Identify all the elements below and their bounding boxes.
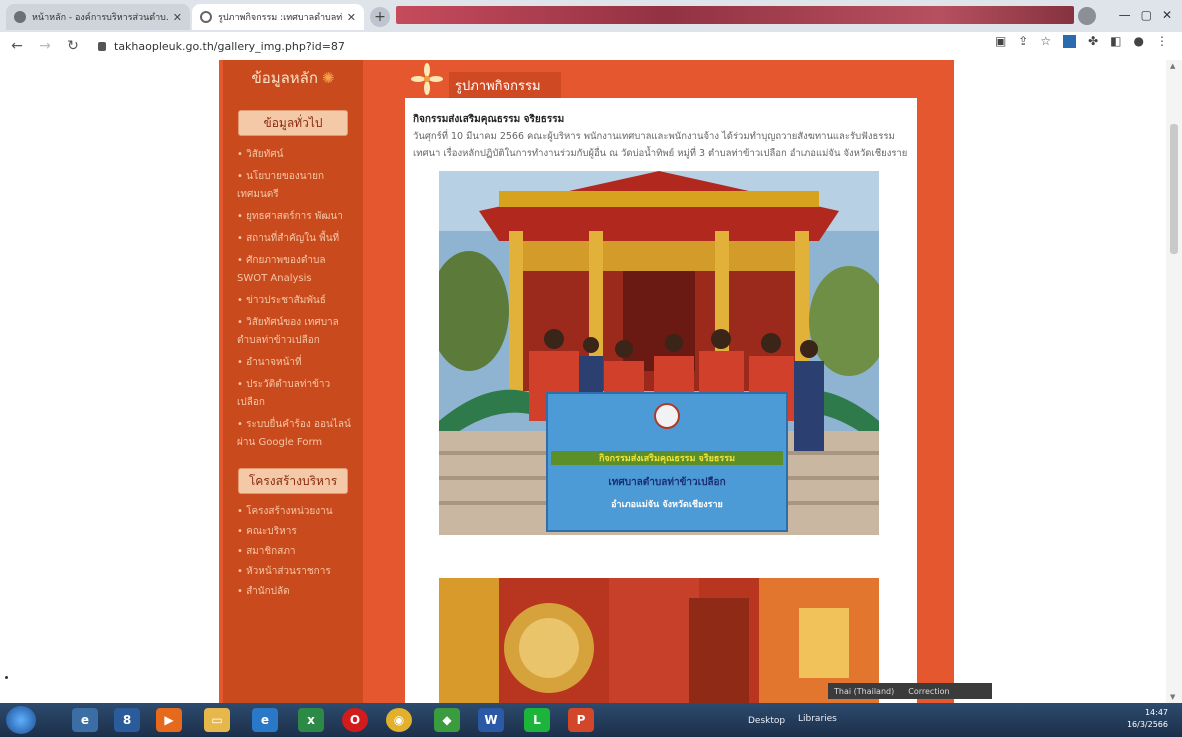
activity-photo-second[interactable]: [439, 578, 879, 703]
sidebar-item-council[interactable]: • สมาชิกสภา: [237, 544, 357, 560]
browser-tab-bar: หน้าหลัก - องค์การบริหารส่วนตำบ... ✕ รูป…: [0, 0, 1182, 32]
menu-icon[interactable]: ⋮: [1156, 34, 1168, 48]
sidebar-item-office[interactable]: • สำนักปลัด: [237, 584, 357, 600]
sidebar-header-label: ข้อมูลหลัก: [251, 69, 318, 87]
sidebar: ข้อมูลหลัก ✺ ข้อมูลทั่วไป • วิสัยทัศน์ •…: [223, 60, 363, 703]
windows-taskbar: e 8 ▶ ▭ e x O ◉ ◆ W L P Desktop Librarie…: [0, 703, 1182, 737]
site-container: ข้อมูลหลัก ✺ ข้อมูลทั่วไป • วิสัยทัศน์ •…: [219, 60, 954, 703]
language-label[interactable]: Thai (Thailand): [834, 687, 894, 696]
puzzle-icon[interactable]: ✤: [1088, 34, 1098, 48]
system-tray-clock[interactable]: 14:47 16/3/2566: [1127, 707, 1168, 731]
share-icon[interactable]: ⇪: [1018, 34, 1028, 48]
bookmark-star-icon[interactable]: ☆: [1040, 34, 1051, 48]
clock-date: 16/3/2566: [1126, 720, 1168, 729]
gallery-header-label: รูปภาพกิจกรรม: [449, 71, 561, 99]
start-button[interactable]: [6, 706, 36, 734]
address-bar[interactable]: takhaopleuk.go.th/gallery_img.php?id=87: [98, 40, 345, 53]
line-green-icon[interactable]: ◆: [434, 708, 460, 732]
tab-gallery[interactable]: รูปภาพกิจกรรม :เทศบาลตำบลท่า: ✕: [192, 4, 364, 30]
libraries-label[interactable]: Libraries: [798, 714, 837, 724]
correction-label[interactable]: Correction: [908, 687, 949, 696]
general-info-list: • วิสัยทัศน์ • นโยบายของนายก เทศมนตรี • …: [223, 146, 363, 452]
sidebar-item-swot[interactable]: • ศักยภาพของตำบล SWOT Analysis: [237, 252, 357, 288]
site-favicon-icon: [14, 11, 26, 23]
maximize-icon[interactable]: ▢: [1141, 8, 1152, 22]
content-panel: กิจกรรมส่งเสริมคุณธรรม จริยธรรม วันศุกร์…: [405, 98, 917, 703]
window-controls: — ▢ ✕: [1119, 4, 1172, 26]
chrome-icon[interactable]: ◉: [386, 708, 412, 732]
activity-description: วันศุกร์ที่ 10 มีนาคม 2566 คณะผู้บริหาร …: [413, 131, 908, 159]
forward-icon[interactable]: →: [34, 38, 56, 54]
page-scrollbar[interactable]: ▲ ▼: [1166, 60, 1182, 703]
sidebar-item-dept-heads[interactable]: • หัวหน้าส่วนราชการ: [237, 564, 357, 580]
excel-icon[interactable]: x: [298, 708, 324, 732]
close-tab-icon[interactable]: ✕: [347, 11, 356, 24]
clock-time: 14:47: [1144, 708, 1168, 717]
media-player-icon[interactable]: ▶: [156, 708, 182, 732]
sidebar-header: ข้อมูลหลัก ✺: [223, 60, 363, 96]
temple-interior-photo: [439, 578, 879, 703]
app-8-icon[interactable]: 8: [114, 708, 140, 732]
gallery-header: รูปภาพกิจกรรม: [405, 60, 953, 99]
section-admin-structure[interactable]: โครงสร้างบริหาร: [238, 468, 348, 494]
close-tab-icon[interactable]: ✕: [173, 11, 182, 24]
app-ie-old-icon[interactable]: e: [72, 708, 98, 732]
tab-gallery-label: รูปภาพกิจกรรม :เทศบาลตำบลท่า:: [218, 13, 343, 23]
extension-icon[interactable]: [1063, 34, 1077, 48]
folder-icon[interactable]: ▭: [204, 708, 230, 732]
translate-icon[interactable]: ▣: [995, 34, 1006, 48]
opera-icon[interactable]: O: [342, 708, 368, 732]
banner-line-1: กิจกรรมส่งเสริมคุณธรรม จริยธรรม: [551, 451, 783, 465]
flower-icon: [411, 63, 443, 95]
new-tab-button[interactable]: +: [370, 7, 390, 27]
scroll-up-icon[interactable]: ▲: [1170, 62, 1175, 70]
page-viewport: ข้อมูลหลัก ✺ ข้อมูลทั่วไป • วิสัยทัศน์ •…: [0, 60, 1166, 703]
sidebar-item-online-form[interactable]: • ระบบยื่นคำร้อง ออนไลน์ ผ่าน Google For…: [237, 416, 357, 452]
back-icon[interactable]: ←: [6, 38, 28, 54]
language-bar: Thai (Thailand) Correction: [828, 683, 992, 699]
account-icon[interactable]: ●: [1134, 34, 1144, 48]
reload-icon[interactable]: ↻: [62, 38, 84, 54]
desktop-label[interactable]: Desktop: [748, 716, 785, 726]
sidebar-item-org-structure[interactable]: • โครงสร้างหน่วยงาน: [237, 504, 357, 520]
lock-icon: [98, 41, 106, 51]
close-window-icon[interactable]: ✕: [1162, 8, 1172, 22]
activity-photo-main[interactable]: กิจกรรมส่งเสริมคุณธรรม จริยธรรม เทศบาลตำ…: [439, 171, 879, 535]
sidebar-item-duties[interactable]: • อำนาจหน้าที่: [237, 354, 357, 372]
sidebar-item-news[interactable]: • ข่าวประชาสัมพันธ์: [237, 292, 357, 310]
sidebar-item-mayor-policy[interactable]: • นโยบายของนายก เทศมนตรี: [237, 168, 357, 204]
url-text: takhaopleuk.go.th/gallery_img.php?id=87: [114, 39, 345, 53]
window-title-strip: [396, 6, 1074, 24]
sidebar-item-history[interactable]: • ประวัติตำบลท่าข้าว เปลือก: [237, 376, 357, 412]
profile-avatar[interactable]: [1078, 7, 1096, 25]
section-general-info[interactable]: ข้อมูลทั่วไป: [238, 110, 348, 136]
flower-icon: ✺: [321, 69, 335, 87]
internet-explorer-icon[interactable]: e: [252, 708, 278, 732]
admin-structure-list: • โครงสร้างหน่วยงาน • คณะบริหาร • สมาชิก…: [223, 504, 363, 600]
tab-home[interactable]: หน้าหลัก - องค์การบริหารส่วนตำบ... ✕: [6, 4, 190, 30]
toolbar-actions: ▣ ⇪ ☆ ✤ ◧ ● ⋮: [995, 34, 1168, 48]
scroll-down-icon[interactable]: ▼: [1170, 693, 1175, 701]
powerpoint-icon[interactable]: P: [568, 708, 594, 732]
scrollbar-thumb[interactable]: [1170, 124, 1178, 254]
activity-title: กิจกรรมส่งเสริมคุณธรรม จริยธรรม: [413, 114, 565, 125]
sidebar-item-places[interactable]: • สถานที่สำคัญใน พื้นที่: [237, 230, 357, 248]
sidebar-item-executives[interactable]: • คณะบริหาร: [237, 524, 357, 540]
sidebar-item-vision[interactable]: • วิสัยทัศน์: [237, 146, 357, 164]
minimize-icon[interactable]: —: [1119, 8, 1131, 22]
sidebar-item-municipal-vision[interactable]: • วิสัยทัศน์ของ เทศบาลตำบลท่าข้าวเปลือก: [237, 314, 357, 350]
sidebar-item-strategy[interactable]: • ยุทธศาสตร์การ พัฒนา: [237, 208, 357, 226]
stray-dot: [5, 676, 8, 679]
tab-home-label: หน้าหลัก - องค์การบริหารส่วนตำบ...: [32, 13, 169, 23]
globe-icon: [200, 11, 212, 23]
banner-line-2: เทศบาลตำบลท่าข้าวเปลือก: [608, 477, 726, 488]
sidepanel-icon[interactable]: ◧: [1110, 34, 1121, 48]
banner-line-3: อำเภอแม่จัน จังหวัดเชียงราย: [611, 500, 723, 510]
line-icon[interactable]: L: [524, 708, 550, 732]
word-icon[interactable]: W: [478, 708, 504, 732]
